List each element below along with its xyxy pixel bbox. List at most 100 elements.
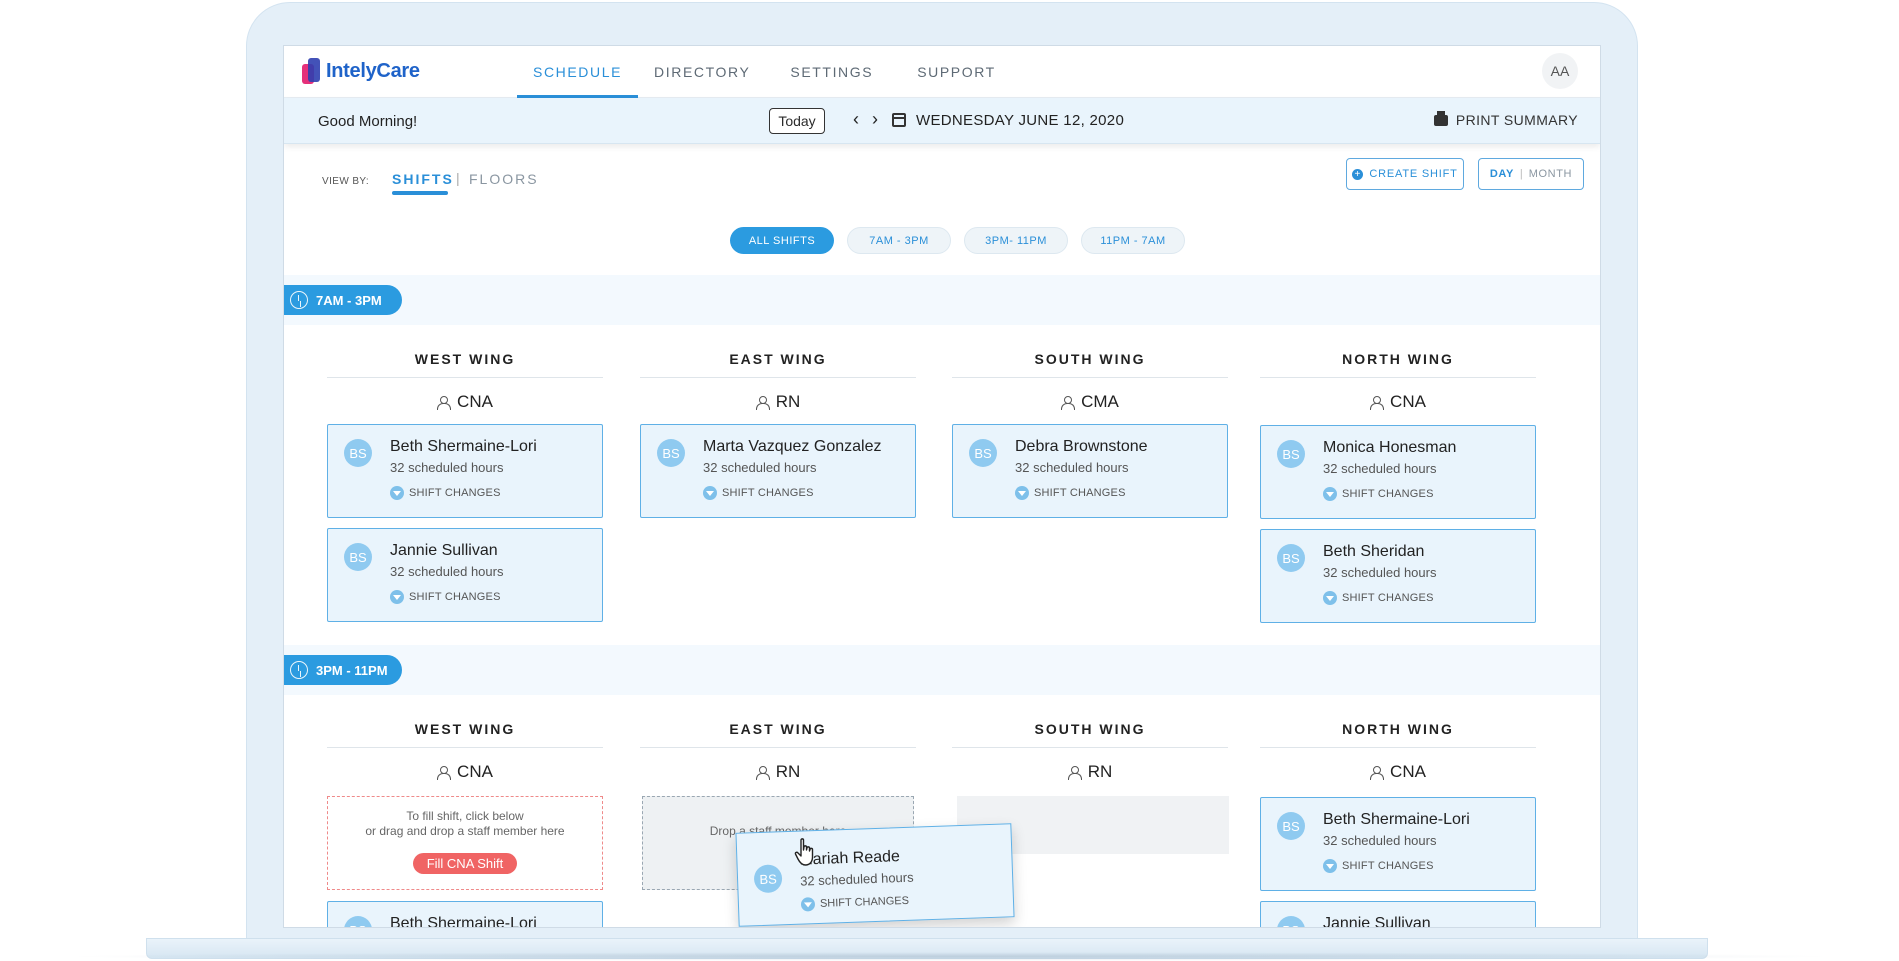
scheduled-hours: 32 scheduled hours — [703, 460, 817, 475]
person-icon — [755, 395, 770, 410]
wing-title: SOUTH WING — [952, 344, 1228, 378]
person-icon — [1061, 395, 1076, 410]
shift-changes-toggle[interactable]: SHIFT CHANGES — [1323, 591, 1434, 605]
nav-tabs: SCHEDULE DIRECTORY SETTINGS SUPPORT — [517, 46, 1012, 98]
shift-changes-toggle[interactable]: SHIFT CHANGES — [1323, 859, 1434, 873]
staff-name: Marta Vazquez Gonzalez — [703, 438, 882, 455]
shift-changes-toggle[interactable]: SHIFT CHANGES — [390, 590, 501, 604]
shift-tag-label: 7AM - 3PM — [316, 292, 382, 308]
staff-card[interactable]: BS Monica Honesman 32 scheduled hours SH… — [1260, 425, 1536, 519]
wing-column: SOUTH WING CMA — [952, 344, 1228, 416]
staff-name: Jannie Sullivan — [1323, 915, 1431, 928]
fill-cna-shift-button[interactable]: Fill CNA Shift — [412, 853, 518, 874]
month-view-option[interactable]: MONTH — [1529, 168, 1572, 180]
view-by-shifts[interactable]: SHIFTS — [392, 171, 454, 187]
pill-3pm-11pm[interactable]: 3PM- 11PM — [964, 227, 1068, 254]
shift-section-band — [284, 275, 1600, 325]
shift-changes-label: SHIFT CHANGES — [1342, 592, 1434, 604]
pill-11pm-7am[interactable]: 11PM - 7AM — [1081, 227, 1185, 254]
staff-name: Beth Shermaine-Lori — [1323, 811, 1470, 828]
open-shift-slot[interactable]: To fill shift, click below or drag and dr… — [327, 796, 603, 890]
hand-cursor-icon — [794, 838, 814, 866]
next-day-arrow-icon[interactable]: › — [872, 109, 878, 130]
view-by-separator: | — [456, 170, 460, 186]
shift-changes-label: SHIFT CHANGES — [1034, 487, 1126, 499]
staff-card[interactable]: BS Marta Vazquez Gonzalez 32 scheduled h… — [640, 424, 916, 518]
shift-changes-toggle[interactable]: SHIFT CHANGES — [1323, 487, 1434, 501]
role-label: RN — [640, 388, 916, 416]
shift-changes-label: SHIFT CHANGES — [722, 487, 814, 499]
wing-column: NORTH WING CNA — [1260, 714, 1536, 786]
plus-icon: + — [1352, 168, 1364, 180]
tab-schedule[interactable]: SCHEDULE — [517, 46, 639, 98]
shift-changes-toggle[interactable]: SHIFT CHANGES — [1015, 486, 1126, 500]
wing-column: EAST WING RN — [640, 344, 916, 416]
role-label: CMA — [952, 388, 1228, 416]
logo-mark-icon — [302, 58, 320, 84]
avatar: BS — [1277, 916, 1305, 927]
shift-tag-label: 3PM - 11PM — [316, 662, 388, 678]
staff-card[interactable]: BS Jannie Sullivan 32 scheduled hours SH… — [327, 528, 603, 622]
create-shift-button[interactable]: + CREATE SHIFT — [1346, 158, 1464, 190]
staff-name: Beth Sheridan — [1323, 543, 1425, 560]
wing-title: SOUTH WING — [952, 714, 1228, 748]
wing-column: WEST WING CNA — [327, 344, 603, 416]
date-bar: Good Morning! Today ‹ › WEDNESDAY JUNE 1… — [284, 98, 1600, 144]
tab-directory[interactable]: DIRECTORY — [638, 46, 766, 98]
avatar: BS — [1277, 812, 1305, 840]
logo[interactable]: IntelyCare — [302, 58, 420, 84]
avatar: BS — [1277, 440, 1305, 468]
role-label: RN — [952, 758, 1228, 786]
staff-card[interactable]: BS Beth Shermaine-Lori 32 scheduled hour… — [1260, 797, 1536, 891]
shift-changes-toggle[interactable]: SHIFT CHANGES — [390, 486, 501, 500]
print-summary-label: PRINT SUMMARY — [1455, 112, 1578, 128]
prev-day-arrow-icon[interactable]: ‹ — [853, 109, 859, 130]
staff-card[interactable]: BS Beth Shermaine-Lori — [327, 901, 603, 927]
staff-card[interactable]: BS Debra Brownstone 32 scheduled hours S… — [952, 424, 1228, 518]
chevron-down-icon — [1323, 859, 1337, 873]
greeting: Good Morning! — [318, 113, 418, 130]
person-icon — [1370, 765, 1385, 780]
view-by-floors[interactable]: FLOORS — [469, 171, 539, 187]
wing-column: EAST WING RN — [640, 714, 916, 786]
shift-changes-toggle[interactable]: SHIFT CHANGES — [800, 894, 910, 912]
role-text: RN — [1087, 762, 1113, 781]
day-view-option[interactable]: DAY — [1490, 168, 1514, 180]
staff-name: Beth Shermaine-Lori — [390, 438, 537, 455]
pill-all-shifts[interactable]: ALL SHIFTS — [730, 227, 834, 254]
calendar-icon[interactable] — [892, 113, 906, 127]
scheduled-hours: 32 scheduled hours — [1015, 460, 1129, 475]
shift-changes-label: SHIFT CHANGES — [819, 894, 910, 910]
today-button[interactable]: Today — [769, 108, 825, 134]
chevron-down-icon — [1015, 486, 1029, 500]
shift-tag-7am-3pm: 7AM - 3PM — [284, 285, 402, 315]
tab-support[interactable]: SUPPORT — [889, 46, 1012, 98]
shift-tag-3pm-11pm: 3PM - 11PM — [284, 655, 402, 685]
chevron-down-icon — [1323, 487, 1337, 501]
view-by-label: VIEW BY: — [322, 176, 370, 187]
role-text: RN — [775, 392, 801, 411]
staff-card[interactable]: BS Beth Sheridan 32 scheduled hours SHIF… — [1260, 529, 1536, 623]
chevron-down-icon — [703, 486, 717, 500]
pill-7am-3pm[interactable]: 7AM - 3PM — [847, 227, 951, 254]
printer-icon — [1433, 110, 1448, 126]
staff-card[interactable]: BS Beth Shermaine-Lori 32 scheduled hour… — [327, 424, 603, 518]
person-icon — [755, 765, 770, 780]
wing-title: NORTH WING — [1260, 714, 1536, 748]
role-text: RN — [775, 762, 801, 781]
shift-changes-toggle[interactable]: SHIFT CHANGES — [703, 486, 814, 500]
person-icon — [1370, 395, 1385, 410]
dragging-staff-card[interactable]: BS Mariah Reade 32 scheduled hours SHIFT… — [735, 823, 1015, 927]
wing-title: EAST WING — [640, 344, 916, 378]
view-by-active-indicator — [392, 191, 448, 195]
print-summary-button[interactable]: PRINT SUMMARY — [1433, 110, 1578, 128]
open-shift-hint-2: or drag and drop a staff member here — [365, 824, 565, 838]
person-icon — [437, 765, 452, 780]
tab-settings[interactable]: SETTINGS — [766, 46, 889, 98]
role-text: CNA — [457, 392, 493, 411]
clock-icon — [290, 661, 308, 679]
staff-card[interactable]: BS Jannie Sullivan — [1260, 901, 1536, 928]
user-avatar[interactable]: AA — [1542, 53, 1578, 89]
staff-name: Debra Brownstone — [1015, 438, 1148, 455]
wing-column: WEST WING CNA — [327, 714, 603, 786]
